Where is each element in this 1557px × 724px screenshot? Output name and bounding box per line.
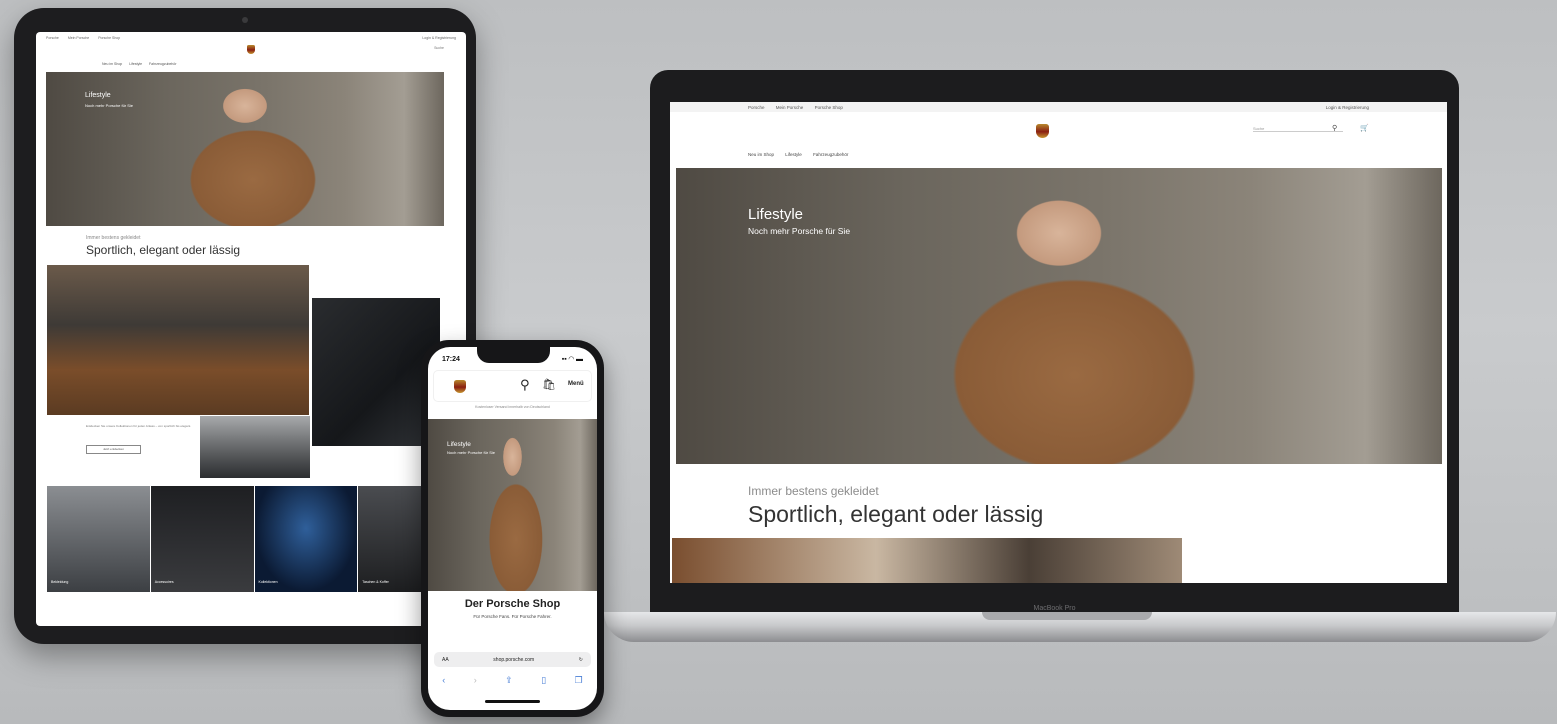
phone-status-icons: ▪▪ ◠ ▬ (561, 356, 583, 363)
laptop-device: Porsche Mein Porsche Porsche Shop Login … (650, 70, 1459, 618)
tablet-tile-label: Accessoires (154, 580, 174, 584)
phone-shop-title: Der Porsche Shop (464, 598, 561, 610)
phone-url-text[interactable]: shop.porsche.com (493, 657, 534, 663)
tablet-category-item[interactable]: Neu im Shop (102, 62, 122, 66)
laptop-top-link[interactable]: Mein Porsche (776, 105, 804, 110)
laptop-screen: Porsche Mein Porsche Porsche Shop Login … (670, 102, 1447, 583)
porsche-crest-icon (1036, 124, 1049, 138)
laptop-eyebrow: Immer bestens gekleidet (748, 484, 879, 498)
laptop-account-link[interactable]: Login & Registrierung (1326, 105, 1369, 110)
tablet-screen: Porsche Mein Porsche Porsche Shop Login … (36, 32, 466, 626)
tablet-tile-label: Taschen & Koffer (362, 580, 389, 584)
cart-icon[interactable]: 🛒 (1360, 124, 1369, 132)
laptop-top-link[interactable]: Porsche Shop (815, 105, 843, 110)
phone-notch (477, 347, 550, 363)
laptop-top-link[interactable]: Porsche (748, 105, 765, 110)
tablet-logo-row: Suche (36, 40, 466, 58)
phone-screen: 17:24 ▪▪ ◠ ▬ ⚲ 🛍 Menü Kostenloser Versan… (428, 347, 597, 710)
laptop-category-item[interactable]: Neu im Shop (748, 152, 774, 157)
tablet-bags-image[interactable] (200, 416, 310, 478)
laptop-lifestyle-image[interactable] (672, 538, 1182, 583)
tablet-category-item[interactable]: Lifestyle (129, 62, 142, 66)
tablet-search-input[interactable]: Suche (434, 46, 444, 50)
laptop-hero-title: Lifestyle (748, 206, 804, 223)
search-icon[interactable]: ⚲ (1332, 124, 1337, 132)
laptop-brand-label: MacBook Pro (1033, 605, 1076, 612)
tablet-promo-text: Entdecken Sie unsere Kollektionen für je… (86, 424, 192, 428)
tablet-camera (242, 17, 248, 23)
phone-hero-image[interactable]: Lifestyle Noch mehr Porsche für Sie (428, 419, 597, 591)
laptop-top-bar: Porsche Mein Porsche Porsche Shop Login … (670, 102, 1447, 112)
phone-device: 17:24 ▪▪ ◠ ▬ ⚲ 🛍 Menü Kostenloser Versan… (421, 340, 604, 717)
porsche-crest-icon[interactable] (247, 44, 255, 54)
phone-shop-subtitle: Für Porsche Fans. Für Porsche Fahrer. (473, 614, 552, 619)
reload-icon[interactable]: ↻ (579, 657, 583, 663)
phone-site-header: ⚲ 🛍 Menü (434, 371, 591, 401)
tablet-tile[interactable]: Bekleidung (47, 486, 150, 592)
phone-shipping-banner: Kostenloser Versand innerhalb von Deutsc… (475, 405, 550, 409)
tablet-top-bar: Porsche Mein Porsche Porsche Shop Login … (36, 32, 466, 40)
porsche-logo[interactable] (1036, 124, 1049, 143)
tablet-hero-image[interactable]: Lifestyle Noch mehr Porsche für Sie (46, 72, 444, 226)
phone-menu-button[interactable]: Menü (568, 381, 584, 387)
tablet-heading: Sportlich, elegant oder lässig (86, 243, 241, 257)
share-icon[interactable]: ⇪ (505, 675, 513, 686)
tablet-tile-label: Bekleidung (51, 580, 69, 584)
phone-hero-title: Lifestyle (447, 441, 471, 448)
laptop-base (604, 612, 1556, 642)
phone-hero-subtitle: Noch mehr Porsche für Sie (447, 450, 496, 455)
porsche-crest-icon[interactable] (454, 379, 466, 393)
phone-browser-toolbar: ‹ › ⇪ ▯ ❐ (428, 675, 597, 686)
tablet-hero-subtitle: Noch mehr Porsche für Sie (85, 103, 134, 108)
tablet-category-item[interactable]: Fahrzeugzubehör (149, 62, 176, 66)
phone-home-indicator (485, 700, 540, 703)
bag-icon[interactable]: 🛍 (542, 378, 556, 391)
tablet-eyebrow: Immer bestens gekleidet (86, 235, 141, 241)
laptop-hero-subtitle: Noch mehr Porsche für Sie (748, 226, 851, 236)
laptop-heading: Sportlich, elegant oder lässig (748, 501, 1044, 527)
laptop-lid-notch (982, 612, 1152, 620)
tablet-tile[interactable]: Accessoires (150, 486, 254, 592)
reader-mode-button[interactable]: AA (442, 657, 449, 663)
tablet-tile-label: Kollektionen (258, 580, 278, 584)
phone-url-bar[interactable]: AA shop.porsche.com ↻ (434, 652, 591, 667)
tablet-device: Porsche Mein Porsche Porsche Shop Login … (14, 8, 476, 644)
tablet-category-nav: Neu im Shop Lifestyle Fahrzeugzubehör (36, 58, 466, 68)
tablet-category-tiles: Bekleidung Accessoires Kollektionen Tasc… (47, 486, 461, 592)
back-icon[interactable]: ‹ (442, 675, 445, 686)
laptop-logo-row: Suche ⚲ 🛒 (670, 112, 1447, 148)
bookmarks-icon[interactable]: ▯ (541, 675, 546, 686)
search-icon[interactable]: ⚲ (520, 377, 530, 393)
phone-time: 17:24 (442, 355, 460, 363)
tablet-hero-title: Lifestyle (85, 92, 111, 99)
laptop-category-nav: Neu im Shop Lifestyle Fahrzeugzubehör (670, 148, 1447, 164)
tabs-icon[interactable]: ❐ (575, 675, 583, 686)
forward-icon[interactable]: › (474, 675, 477, 686)
laptop-search-input[interactable]: Suche (1253, 126, 1343, 132)
laptop-hero-image[interactable]: Lifestyle Noch mehr Porsche für Sie (676, 168, 1442, 464)
laptop-category-item[interactable]: Fahrzeugzubehör (813, 152, 848, 157)
tablet-tile[interactable]: Kollektionen (254, 486, 358, 592)
tablet-promo-button[interactable]: Jetzt entdecken (86, 445, 141, 454)
laptop-category-item[interactable]: Lifestyle (785, 152, 802, 157)
tablet-lifestyle-image[interactable] (47, 265, 309, 415)
